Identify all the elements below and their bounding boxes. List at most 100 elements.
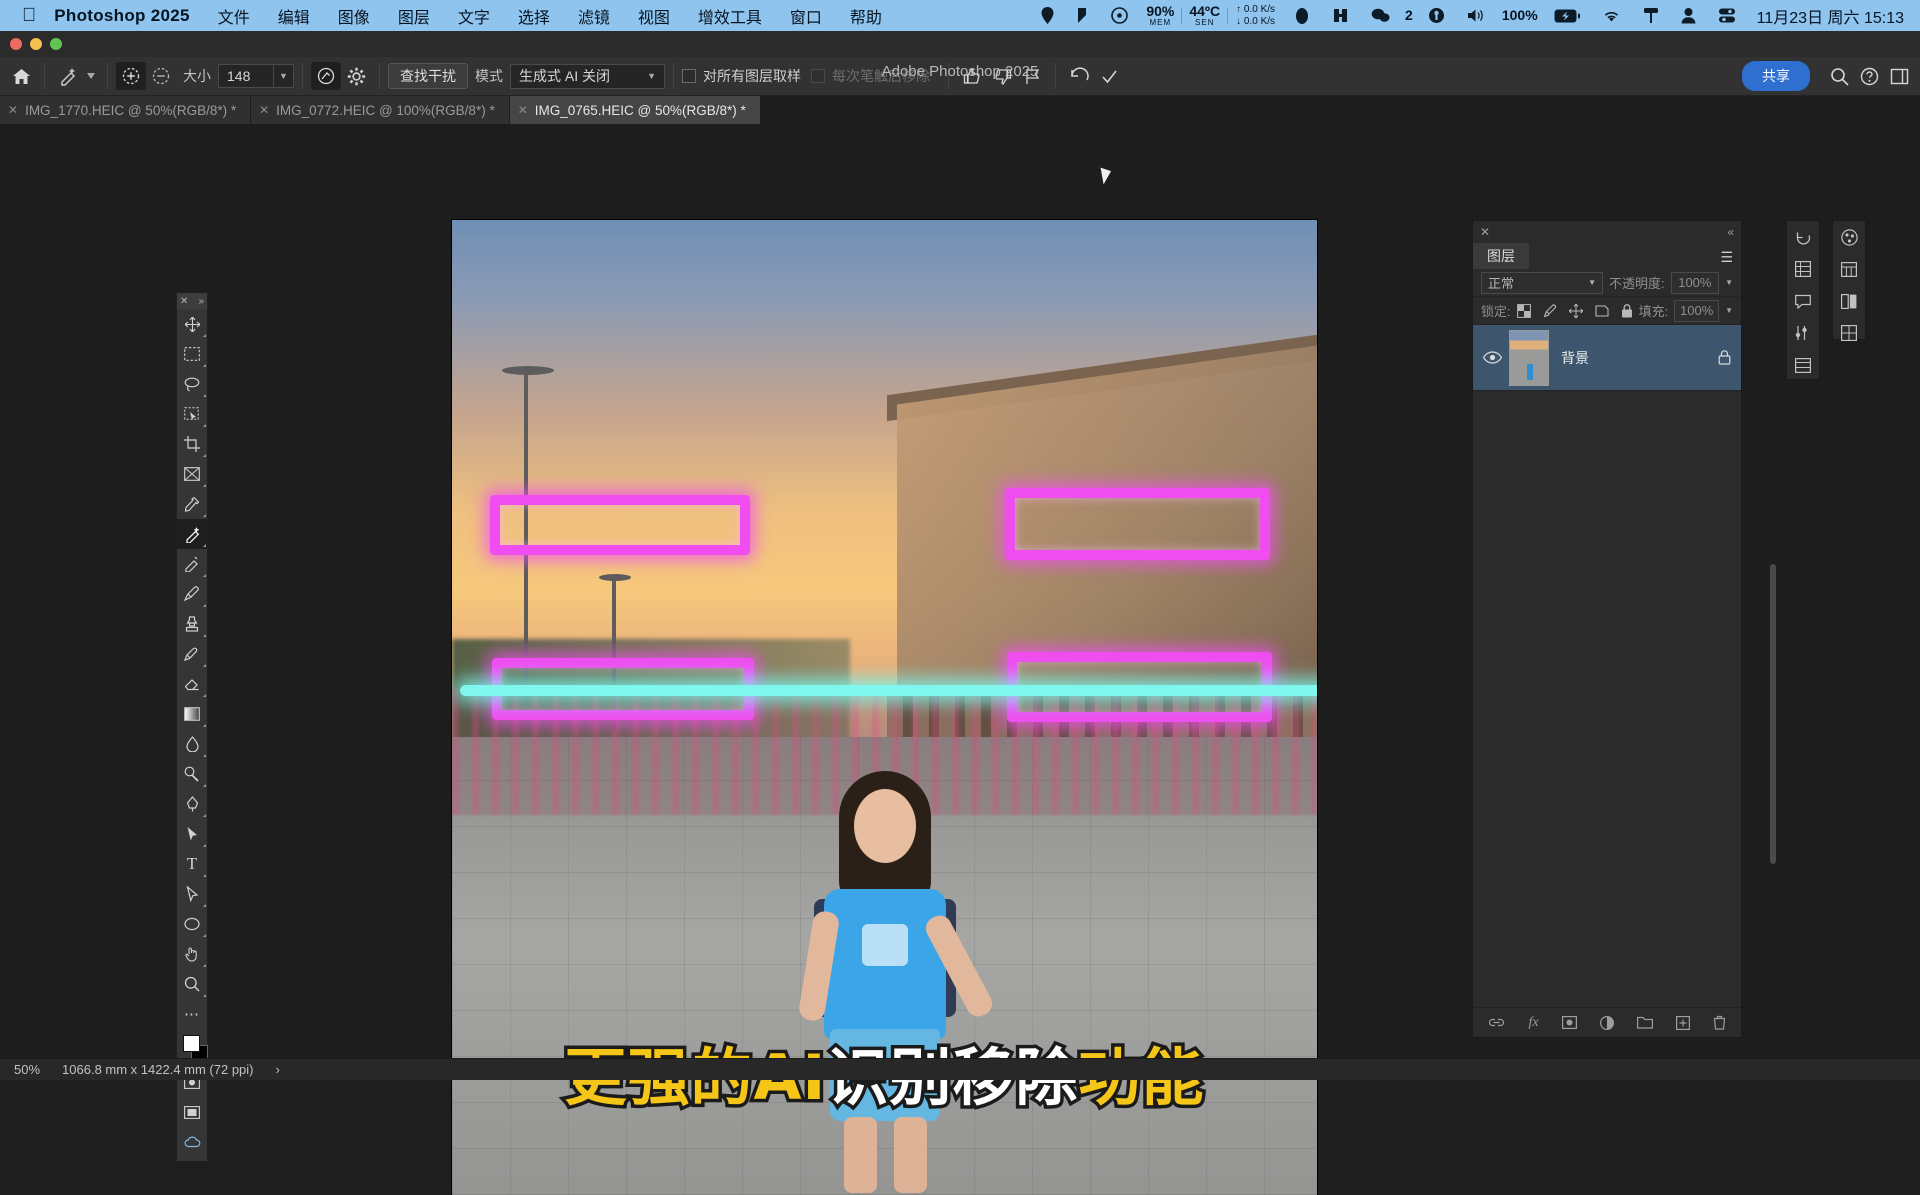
swatches-icon[interactable] xyxy=(1833,285,1865,317)
menu-item-select[interactable]: 选择 xyxy=(518,4,550,28)
wifi-icon[interactable] xyxy=(1602,9,1621,23)
menu-item-image[interactable]: 图像 xyxy=(338,4,370,28)
menu-item-layer[interactable]: 图层 xyxy=(398,4,430,28)
tab-layers[interactable]: 图层 xyxy=(1473,243,1529,269)
frame-tool[interactable] xyxy=(177,459,207,489)
collapse-icon[interactable]: « xyxy=(1727,225,1734,239)
dodge-tool[interactable] xyxy=(177,759,207,789)
shape-tool[interactable] xyxy=(177,909,207,939)
path-select-tool[interactable] xyxy=(177,819,207,849)
brush-size-chevron-icon[interactable]: ▼ xyxy=(274,64,294,88)
layer-thumbnail[interactable] xyxy=(1509,329,1549,386)
eyedropper-tool[interactable] xyxy=(177,489,207,519)
help-icon[interactable] xyxy=(1854,62,1884,90)
type-tool[interactable]: T xyxy=(177,849,207,879)
menu-item-help[interactable]: 帮助 xyxy=(850,4,882,28)
layer-row-background[interactable]: 背景 xyxy=(1473,325,1741,391)
notification-badge[interactable]: 2 xyxy=(1405,8,1413,23)
document-tab-3[interactable]: ✕ IMG_0765.HEIC @ 50%(RGB/8*) * xyxy=(509,96,761,124)
fx-icon[interactable]: fx xyxy=(1528,1015,1538,1031)
close-icon[interactable]: ✕ xyxy=(1480,225,1490,239)
properties-icon[interactable] xyxy=(1787,349,1819,381)
menu-item-view[interactable]: 视图 xyxy=(638,4,670,28)
temperature-stat[interactable]: 44ºC SEN xyxy=(1189,4,1220,26)
brush-size-input[interactable]: 148 xyxy=(218,64,274,88)
screen-record-icon[interactable] xyxy=(1111,7,1129,24)
close-icon[interactable]: ✕ xyxy=(8,103,18,117)
comment-icon[interactable] xyxy=(1787,285,1819,317)
lock-all-icon[interactable] xyxy=(1621,303,1633,318)
menu-clock[interactable]: 11月23日 周六 15:13 xyxy=(1757,4,1904,28)
cloud-documents-icon[interactable] xyxy=(177,1127,207,1157)
grid-icon[interactable] xyxy=(1787,253,1819,285)
eye-icon[interactable] xyxy=(1483,351,1509,364)
crop-tool[interactable] xyxy=(177,429,207,459)
mode-select[interactable]: 生成式 AI 关闭 ▼ xyxy=(510,63,665,89)
marquee-tool[interactable] xyxy=(177,339,207,369)
close-icon[interactable]: ✕ xyxy=(259,103,269,117)
location-icon[interactable] xyxy=(1041,7,1054,24)
blend-mode-select[interactable]: 正常 ▼ xyxy=(1481,271,1603,294)
menu-item-plugins[interactable]: 增效工具 xyxy=(698,4,762,28)
menu-item-type[interactable]: 文字 xyxy=(458,4,490,28)
delete-icon[interactable] xyxy=(1713,1015,1726,1030)
link-icon[interactable] xyxy=(1488,1016,1505,1029)
eraser-tool[interactable] xyxy=(177,669,207,699)
memory-stat[interactable]: 90% MEM xyxy=(1146,4,1174,26)
sample-all-layers-checkbox[interactable] xyxy=(682,69,696,83)
check-icon[interactable] xyxy=(1094,62,1124,90)
brush-subtract-icon[interactable] xyxy=(146,62,176,90)
minimize-window-button[interactable] xyxy=(30,38,42,50)
close-icon[interactable]: ✕ xyxy=(180,296,188,307)
pushpin-icon[interactable] xyxy=(1428,7,1445,24)
share-button[interactable]: 共享 xyxy=(1742,61,1810,91)
gradient-tool[interactable] xyxy=(177,699,207,729)
user-account-icon[interactable] xyxy=(1681,7,1696,24)
image-canvas[interactable]: 更强的AI识别移除功能 xyxy=(452,220,1317,1195)
lock-artboard-icon[interactable] xyxy=(1595,304,1609,318)
direct-select-tool[interactable] xyxy=(177,879,207,909)
zoom-level[interactable]: 50% xyxy=(14,1062,40,1077)
pressure-icon[interactable] xyxy=(311,62,341,90)
opacity-chevron-down-icon[interactable]: ▼ xyxy=(1725,278,1733,287)
remove-tool[interactable] xyxy=(177,519,207,549)
lock-image-icon[interactable] xyxy=(1543,303,1557,318)
healing-brush-tool[interactable] xyxy=(177,549,207,579)
brush-add-icon[interactable] xyxy=(116,62,146,90)
menu-item-filter[interactable]: 滤镜 xyxy=(578,4,610,28)
brush-tool[interactable] xyxy=(177,579,207,609)
flag-icon[interactable] xyxy=(1017,62,1047,90)
volume-icon[interactable] xyxy=(1467,8,1486,23)
mask-icon[interactable] xyxy=(1561,1016,1577,1029)
undo-icon[interactable] xyxy=(1064,62,1094,90)
close-window-button[interactable] xyxy=(10,38,22,50)
maximize-window-button[interactable] xyxy=(50,38,62,50)
network-speed-stat[interactable]: ↑ 0.0 K/s ↓ 0.0 K/s xyxy=(1236,4,1275,27)
qq-icon[interactable] xyxy=(1294,7,1310,25)
screen-mode-icon[interactable] xyxy=(177,1097,207,1127)
adjustment-icon[interactable] xyxy=(1599,1015,1614,1030)
fill-chevron-down-icon[interactable]: ▼ xyxy=(1725,306,1733,315)
apple-icon[interactable]:  xyxy=(22,6,36,25)
lock-icon[interactable] xyxy=(1718,350,1731,365)
bluetooth-icon[interactable] xyxy=(1076,7,1089,24)
zoom-tool[interactable] xyxy=(177,969,207,999)
remove-tool-icon[interactable] xyxy=(53,62,83,90)
workspace-icon[interactable] xyxy=(1884,62,1914,90)
document-tab-2[interactable]: ✕ IMG_0772.HEIC @ 100%(RGB/8*) * xyxy=(251,96,510,124)
menu-item-file[interactable]: 文件 xyxy=(218,4,250,28)
opacity-value[interactable]: 100% xyxy=(1670,271,1720,294)
thumbs-down-icon[interactable] xyxy=(987,62,1017,90)
blur-tool[interactable] xyxy=(177,729,207,759)
clone-stamp-tool[interactable] xyxy=(177,609,207,639)
move-tool[interactable] xyxy=(177,309,207,339)
remove-after-stroke-checkbox[interactable] xyxy=(811,69,825,83)
thumbs-up-icon[interactable] xyxy=(957,62,987,90)
more-tools[interactable]: ⋯ xyxy=(177,999,207,1029)
panel-menu-icon[interactable]: ☰ xyxy=(1720,249,1733,266)
battery-icon[interactable] xyxy=(1554,9,1580,23)
input-method-icon[interactable] xyxy=(1332,7,1349,24)
lock-transparent-icon[interactable] xyxy=(1516,303,1531,318)
history-icon[interactable] xyxy=(1787,221,1819,253)
libraries-icon[interactable] xyxy=(1833,253,1865,285)
